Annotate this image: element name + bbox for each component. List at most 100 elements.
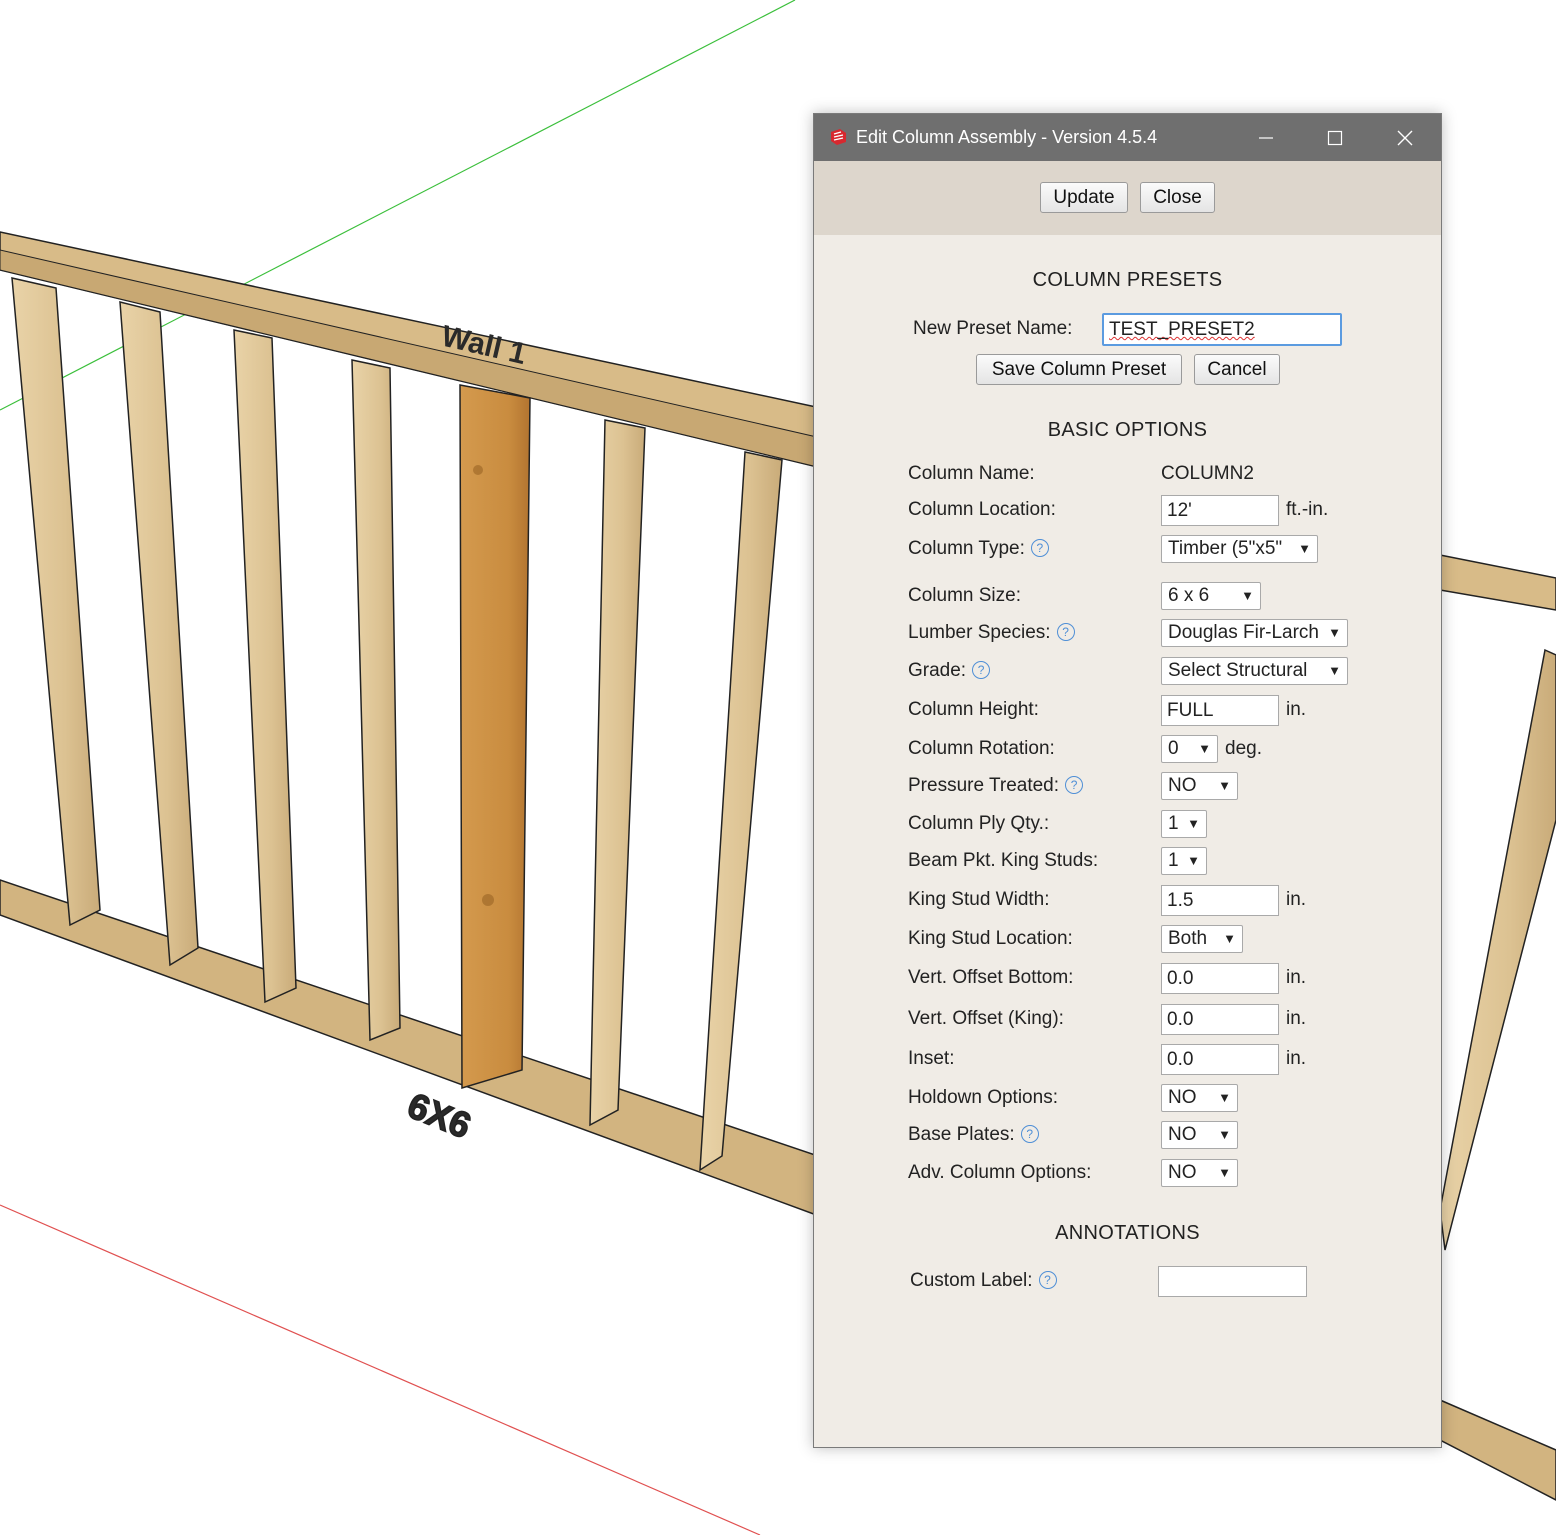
grade-label: Grade:? (908, 658, 991, 684)
help-icon[interactable]: ? (1030, 539, 1049, 557)
column-size-value: 6 x 6 (1168, 585, 1210, 606)
column-rotation-label: Column Rotation: (908, 738, 1055, 759)
edit-column-dialog: Edit Column Assembly - Version 4.5.4 Upd… (813, 113, 1442, 1448)
dialog-toolbar: Update Close (814, 161, 1441, 235)
adv-column-options-value: NO (1168, 1162, 1197, 1183)
king-stud-width-unit: in. (1286, 889, 1307, 910)
adv-column-options-label: Adv. Column Options: (908, 1162, 1092, 1183)
column-size-select[interactable]: 6 x 6 ▼ (1161, 582, 1261, 610)
chevron-down-icon: ▼ (1238, 583, 1254, 609)
sketchup-app-icon (831, 129, 846, 145)
inset-input[interactable]: 0.0 (1161, 1044, 1279, 1075)
stud (351, 359, 401, 1042)
inset-label: Inset: (908, 1048, 955, 1069)
dialog-title: Edit Column Assembly - Version 4.5.4 (856, 127, 1158, 147)
close-icon[interactable] (1372, 114, 1438, 161)
column-rotation-value: 0 (1168, 738, 1179, 759)
lumber-species-label-text: Lumber Species: (908, 622, 1051, 643)
beam-pkt-king-studs-label: Beam Pkt. King Studs: (908, 850, 1099, 871)
beam-pkt-king-studs-select[interactable]: 1 ▼ (1161, 847, 1207, 875)
lumber-species-label: Lumber Species:? (908, 620, 1075, 646)
maximize-icon[interactable] (1302, 114, 1368, 161)
column-type-select[interactable]: Timber (5"x5" ▼ (1161, 535, 1318, 563)
help-icon[interactable]: ? (1038, 1271, 1057, 1289)
vert-offset-king-label: Vert. Offset (King): (908, 1008, 1064, 1029)
column-size-label: Column Size: (908, 585, 1021, 606)
help-icon[interactable]: ? (1020, 1125, 1039, 1143)
column-height-label: Column Height: (908, 699, 1039, 720)
right-wall-stud (1439, 648, 1556, 1251)
red-axis-line (0, 1204, 761, 1535)
vert-offset-king-input[interactable]: 0.0 (1161, 1004, 1279, 1035)
column-location-input[interactable]: 12' (1161, 495, 1279, 526)
chevron-down-icon: ▼ (1215, 773, 1231, 799)
pressure-treated-select[interactable]: NO ▼ (1161, 772, 1238, 800)
chevron-down-icon: ▼ (1184, 848, 1200, 874)
vert-offset-bottom-label: Vert. Offset Bottom: (908, 967, 1074, 988)
column-name-label: Column Name: (908, 463, 1035, 484)
lumber-species-select[interactable]: Douglas Fir-Larch ▼ (1161, 619, 1348, 647)
vert-offset-king-unit: in. (1286, 1008, 1307, 1029)
custom-label-label-text: Custom Label: (910, 1270, 1033, 1291)
holdown-options-select[interactable]: NO ▼ (1161, 1084, 1238, 1112)
column-size-label: 6X6 (402, 1084, 477, 1146)
right-wall-top-plate (1439, 554, 1556, 611)
adv-column-options-select[interactable]: NO ▼ (1161, 1159, 1238, 1187)
column-name-value: COLUMN2 (1161, 463, 1254, 484)
custom-label-input[interactable] (1158, 1266, 1307, 1297)
vert-offset-bottom-unit: in. (1286, 967, 1307, 988)
stud (699, 451, 783, 1172)
save-column-preset-button[interactable]: Save Column Preset (976, 354, 1182, 385)
king-stud-width-input[interactable]: 1.5 (1161, 885, 1279, 916)
title-bar[interactable]: Edit Column Assembly - Version 4.5.4 (814, 114, 1441, 161)
help-icon[interactable]: ? (1056, 623, 1075, 641)
pressure-treated-value: NO (1168, 775, 1197, 796)
king-stud-location-select[interactable]: Both ▼ (1161, 925, 1243, 953)
lumber-species-value: Douglas Fir-Larch (1168, 622, 1319, 643)
column-type-label: Column Type:? (908, 536, 1049, 562)
king-stud-location-label: King Stud Location: (908, 928, 1073, 949)
column-ply-qty-label: Column Ply Qty.: (908, 813, 1050, 834)
annotations-heading: ANNOTATIONS (1055, 1222, 1200, 1244)
column-ply-qty-select[interactable]: 1 ▼ (1161, 810, 1207, 838)
update-button[interactable]: Update (1040, 182, 1128, 213)
cancel-preset-button[interactable]: Cancel (1194, 354, 1280, 385)
pressure-treated-label-text: Pressure Treated: (908, 775, 1060, 796)
column-type-value: Timber (5"x5" (1168, 538, 1283, 559)
new-preset-name-input[interactable]: TEST_PRESET2 (1102, 313, 1342, 346)
base-plates-select[interactable]: NO ▼ (1161, 1121, 1238, 1149)
base-plates-value: NO (1168, 1124, 1197, 1145)
help-icon[interactable]: ? (972, 661, 991, 679)
beam-pkt-king-studs-value: 1 (1168, 850, 1179, 871)
column-location-label: Column Location: (908, 499, 1056, 520)
chevron-down-icon: ▼ (1220, 926, 1236, 952)
chevron-down-icon: ▼ (1184, 811, 1200, 837)
pressure-treated-label: Pressure Treated:? (908, 773, 1084, 799)
base-plates-label-text: Base Plates: (908, 1124, 1015, 1145)
grade-label-text: Grade: (908, 660, 967, 681)
column-location-unit: ft.-in. (1286, 499, 1329, 520)
king-stud-width-label: King Stud Width: (908, 889, 1050, 910)
chevron-down-icon: ▼ (1325, 658, 1341, 684)
chevron-down-icon: ▼ (1325, 620, 1341, 646)
column-rotation-select[interactable]: 0 ▼ (1161, 735, 1218, 763)
new-preset-name-value: TEST_PRESET2 (1109, 319, 1255, 340)
column-rotation-unit: deg. (1225, 738, 1262, 759)
grade-select[interactable]: Select Structural ▼ (1161, 657, 1348, 685)
column-post (459, 384, 531, 1090)
chevron-down-icon: ▼ (1215, 1122, 1231, 1148)
column-height-unit: in. (1286, 699, 1307, 720)
holdown-options-value: NO (1168, 1087, 1197, 1108)
wall-bottom-plate (0, 879, 831, 1222)
chevron-down-icon: ▼ (1215, 1085, 1231, 1111)
minimize-icon[interactable] (1233, 114, 1299, 161)
column-height-input[interactable]: FULL (1161, 695, 1279, 726)
custom-label-label: Custom Label:? (910, 1268, 1057, 1294)
inset-unit: in. (1286, 1048, 1307, 1069)
new-preset-name-label: New Preset Name: (913, 318, 1073, 339)
right-wall-bottom-plate (1439, 1398, 1556, 1501)
close-button[interactable]: Close (1140, 182, 1215, 213)
vert-offset-bottom-input[interactable]: 0.0 (1161, 963, 1279, 994)
help-icon[interactable]: ? (1065, 776, 1084, 794)
holdown-options-label: Holdown Options: (908, 1087, 1058, 1108)
